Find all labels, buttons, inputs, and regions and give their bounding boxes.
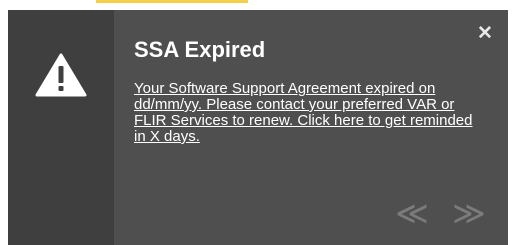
notification-icon-panel xyxy=(8,10,114,245)
previous-notification-button[interactable]: ≪ xyxy=(395,196,429,230)
top-accent-line xyxy=(96,0,248,3)
notification-message-link[interactable]: Your Software Support Agreement expired … xyxy=(134,81,479,145)
notification-title: SSA Expired xyxy=(134,37,266,62)
warning-icon xyxy=(35,53,87,97)
next-notification-button[interactable]: ≫ xyxy=(452,196,486,230)
top-strip xyxy=(0,0,516,10)
close-button[interactable]: ✕ xyxy=(473,22,497,46)
ssa-expired-notification: SSA Expired Your Software Support Agreem… xyxy=(8,10,508,245)
